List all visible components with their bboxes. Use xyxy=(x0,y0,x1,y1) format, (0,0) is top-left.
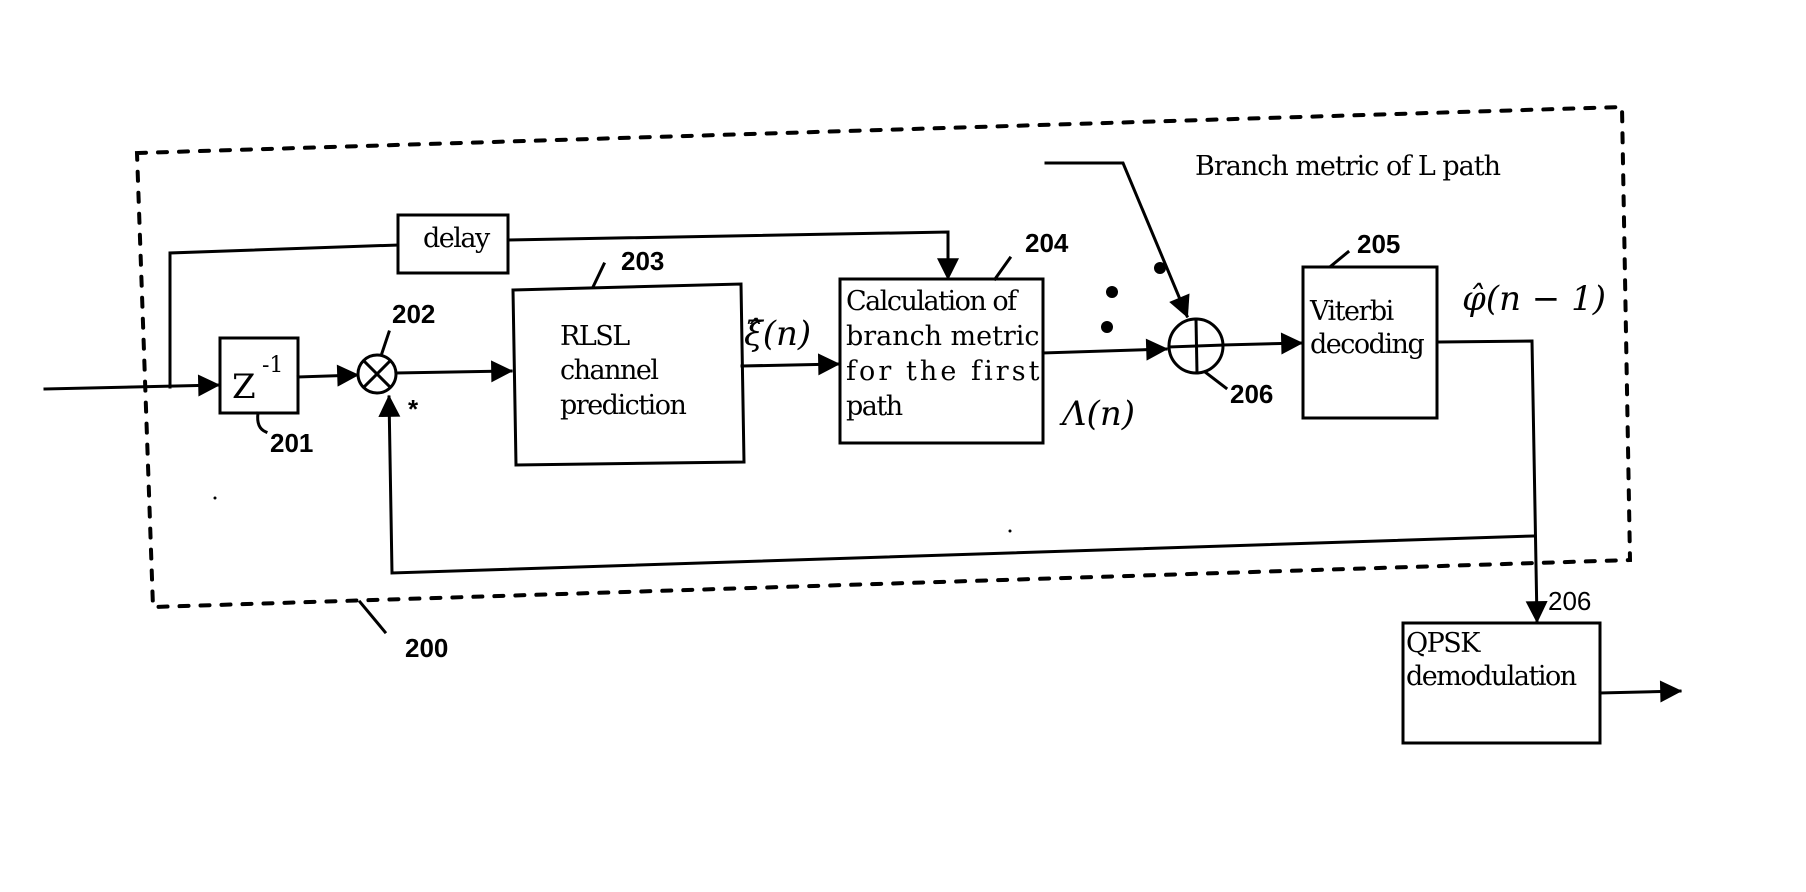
rlsl-label-line2: prediction xyxy=(560,390,686,421)
calc-to-adder-wire xyxy=(1041,338,1169,361)
xi-hat-signal-label: ξ̂(n) xyxy=(744,314,811,354)
calc-label-line4: path xyxy=(846,391,903,422)
qpsk-label-line2: demodulation xyxy=(1406,661,1577,692)
qpsk-output-wire xyxy=(1598,680,1683,703)
delay-box-label: delay xyxy=(423,223,491,254)
qpsk-label-line1: QPSK xyxy=(1406,628,1481,659)
input-wire xyxy=(43,374,221,397)
scan-speck xyxy=(1008,529,1012,533)
block-diagram: 200 delay Z -1 201 202 * RLSL channel pr… xyxy=(43,104,1683,745)
ref-202-leader xyxy=(380,330,391,355)
scan-speck xyxy=(213,496,217,500)
rlsl-label-line2: channel xyxy=(560,355,658,386)
ellipsis-dot-1 xyxy=(1101,321,1113,333)
ref-203: 203 xyxy=(621,246,664,276)
ref-206-qpsk: 206 xyxy=(1548,586,1591,616)
viterbi-label-line2: decoding xyxy=(1310,329,1424,360)
viterbi-label-line1: Viterbi xyxy=(1309,296,1395,327)
ref-206-adder: 206 xyxy=(1230,379,1273,409)
adder-to-viterbi-wire xyxy=(1221,332,1304,355)
ref-202: 202 xyxy=(392,299,435,329)
z-inverse-exponent: -1 xyxy=(262,353,283,378)
rlsl-label-line1: RLSL xyxy=(560,321,630,352)
ref-205-leader xyxy=(1328,249,1351,269)
viterbi-output-wire xyxy=(1438,339,1548,624)
enclosure-200-ref: 200 xyxy=(405,633,448,663)
lambda-signal-label: Λ(n) xyxy=(1059,394,1135,434)
delay-output-wire xyxy=(506,230,959,281)
ellipsis-dot-2 xyxy=(1106,286,1118,298)
z-inverse-label: Z xyxy=(232,367,256,407)
enclosure-200-leader xyxy=(357,599,388,635)
adder-cross-horizontal xyxy=(1167,343,1225,349)
calc-label-line1: Calculation of xyxy=(846,286,1019,317)
multiplier-to-rlsl-wire xyxy=(394,360,514,383)
ref-206-adder-leader xyxy=(1202,369,1229,391)
ref-203-leader xyxy=(590,261,607,290)
branch-metric-L-label: Branch metric of L path xyxy=(1195,151,1501,182)
phi-hat-signal-label: φ̂(n − 1) xyxy=(1462,279,1606,319)
ref-201: 201 xyxy=(270,428,313,458)
ref-205: 205 xyxy=(1357,229,1400,259)
ref-204-leader xyxy=(992,255,1013,282)
z-to-multiplier-wire xyxy=(296,364,360,387)
conjugate-mark: * xyxy=(408,394,419,424)
ref-201-leader xyxy=(256,411,268,434)
ref-204: 204 xyxy=(1025,228,1069,258)
rlsl-to-calc-wire xyxy=(740,353,841,376)
